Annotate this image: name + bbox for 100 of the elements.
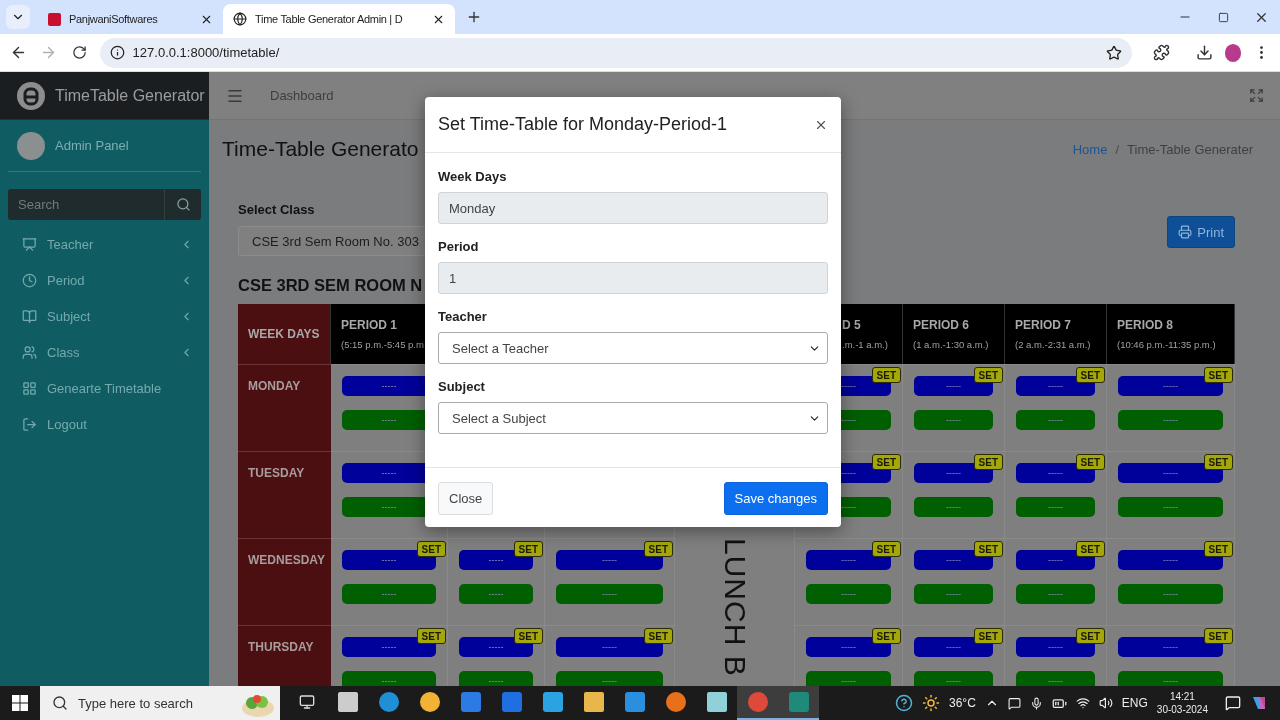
sidebar-item[interactable]: Subject <box>47 308 170 324</box>
profile-avatar[interactable] <box>1224 43 1242 62</box>
sidebar-item[interactable]: Genearte Timetable <box>47 380 193 396</box>
weather-icon[interactable] <box>922 694 940 712</box>
download-icon[interactable] <box>1195 44 1213 61</box>
tab-list-button[interactable] <box>6 5 30 29</box>
slot-button[interactable]: ----- <box>1118 497 1223 517</box>
nav-link[interactable]: Dashboard <box>270 88 334 103</box>
microphone-icon[interactable] <box>1029 696 1043 710</box>
app-icon[interactable] <box>706 692 727 712</box>
info-icon[interactable] <box>109 45 125 60</box>
slot-button[interactable]: ----- <box>806 584 891 604</box>
set-button[interactable]: SET <box>871 454 901 470</box>
sidebar-item[interactable]: Logout <box>47 416 193 432</box>
sidebar-item[interactable]: Class <box>47 344 170 360</box>
user-name[interactable]: Admin Panel <box>55 138 129 153</box>
logout-icon <box>22 416 37 432</box>
slot-button[interactable]: ----- <box>914 671 993 686</box>
slot-button[interactable]: ----- <box>1118 584 1223 604</box>
app-icon[interactable] <box>337 692 358 712</box>
slot-button[interactable]: ----- <box>1016 584 1095 604</box>
temperature[interactable]: 36°C <box>949 696 976 710</box>
slot-button[interactable]: ----- <box>1016 410 1095 430</box>
print-button[interactable]: Print <box>1167 216 1235 248</box>
set-button[interactable]: SET <box>871 628 901 644</box>
slot-button[interactable]: ----- <box>914 497 993 517</box>
set-button[interactable]: SET <box>1075 628 1105 644</box>
day-cell: TUESDAY <box>238 451 331 538</box>
slot-button[interactable]: ----- <box>556 584 663 604</box>
wifi-icon[interactable] <box>1075 696 1090 710</box>
bookmark-star-icon[interactable] <box>1105 44 1122 61</box>
clock-time[interactable]: 14:21 <box>1169 690 1195 703</box>
notifications-icon[interactable] <box>1225 695 1241 711</box>
set-button[interactable]: SET <box>973 628 1003 644</box>
volume-icon[interactable] <box>1098 696 1113 710</box>
slot-button[interactable]: ----- <box>914 584 993 604</box>
set-button[interactable]: SET <box>871 541 901 557</box>
slot-button[interactable]: ----- <box>914 410 993 430</box>
browser-tab[interactable]: Time Table Generator Admin | D <box>223 4 455 34</box>
app-icon[interactable] <box>583 692 604 712</box>
lunch-break-label: LUNCH B <box>717 538 752 677</box>
browser-tab[interactable]: PanjwaniSoftwares <box>38 4 223 34</box>
slot-button[interactable]: ----- <box>459 671 533 686</box>
slot-button[interactable]: ----- <box>556 671 663 686</box>
clock-date[interactable]: 30-03-2024 <box>1156 703 1208 716</box>
sidebar-item[interactable]: Period <box>47 272 170 288</box>
set-button[interactable]: SET <box>513 628 543 644</box>
extensions-icon[interactable] <box>1153 44 1171 61</box>
slot-button[interactable]: ----- <box>1016 497 1095 517</box>
set-button[interactable]: SET <box>1203 628 1233 644</box>
language-indicator[interactable]: ENG <box>1121 696 1148 710</box>
search-icon[interactable] <box>175 197 191 212</box>
help-icon[interactable] <box>895 694 913 712</box>
set-button[interactable]: SET <box>973 541 1003 557</box>
slot-button[interactable]: ----- <box>342 671 436 686</box>
set-button[interactable]: SET <box>643 541 673 557</box>
slot-button[interactable]: ----- <box>806 671 891 686</box>
windows-start-icon[interactable] <box>12 695 28 711</box>
address-bar[interactable]: 127.0.0.1:8000/timetable/ <box>99 37 1132 68</box>
copilot-icon[interactable] <box>1250 694 1268 712</box>
set-button[interactable]: SET <box>1203 367 1233 383</box>
search-bar[interactable]: Search <box>8 189 201 220</box>
set-button[interactable]: SET <box>1075 367 1105 383</box>
close-button[interactable]: Close <box>438 482 494 515</box>
task-view-icon[interactable] <box>298 694 315 710</box>
breadcrumb-current: Time-Table Generater <box>1127 141 1253 157</box>
set-button[interactable]: SET <box>643 628 673 644</box>
app-icon[interactable] <box>378 692 399 712</box>
slot-button[interactable]: ----- <box>459 584 533 604</box>
select-field[interactable]: Select a Subject <box>438 402 828 434</box>
period-time: (10:46 p.m.-11:35 p.m.) <box>1117 339 1216 350</box>
set-button[interactable]: SET <box>1203 541 1233 557</box>
set-button[interactable]: SET <box>1075 541 1105 557</box>
app-icon[interactable] <box>665 692 686 712</box>
set-button[interactable]: SET <box>1075 454 1105 470</box>
slot-button[interactable]: ----- <box>1016 671 1095 686</box>
slot-button[interactable]: ----- <box>1118 410 1223 430</box>
set-button[interactable]: SET <box>871 367 901 383</box>
app-icon[interactable] <box>624 692 645 712</box>
set-button[interactable]: SET <box>513 541 543 557</box>
app-icon[interactable] <box>542 692 563 712</box>
search-field[interactable]: Search <box>8 189 164 220</box>
select-field[interactable]: Select a Teacher <box>438 332 828 364</box>
set-button[interactable]: SET <box>973 367 1003 383</box>
fullscreen-icon[interactable] <box>1249 88 1264 103</box>
maximize-icon[interactable] <box>1217 11 1229 23</box>
set-button[interactable]: SET <box>416 628 446 644</box>
set-button[interactable]: SET <box>973 454 1003 470</box>
period-time: .m.-1 a.m.) <box>842 339 888 350</box>
sidebar-item[interactable]: Teacher <box>47 236 170 252</box>
set-button[interactable]: SET <box>1203 454 1233 470</box>
taskbar-search-field[interactable]: Type here to search <box>40 686 280 720</box>
reload-icon[interactable] <box>71 45 87 60</box>
field-label: Select Class <box>238 201 315 219</box>
save-button[interactable]: Save changes <box>723 482 828 515</box>
slot-button[interactable]: ----- <box>1118 671 1223 686</box>
slot-button[interactable]: ----- <box>342 584 436 604</box>
set-button[interactable]: SET <box>416 541 446 557</box>
new-tab-icon[interactable] <box>466 9 482 25</box>
app-icon[interactable] <box>419 692 440 712</box>
